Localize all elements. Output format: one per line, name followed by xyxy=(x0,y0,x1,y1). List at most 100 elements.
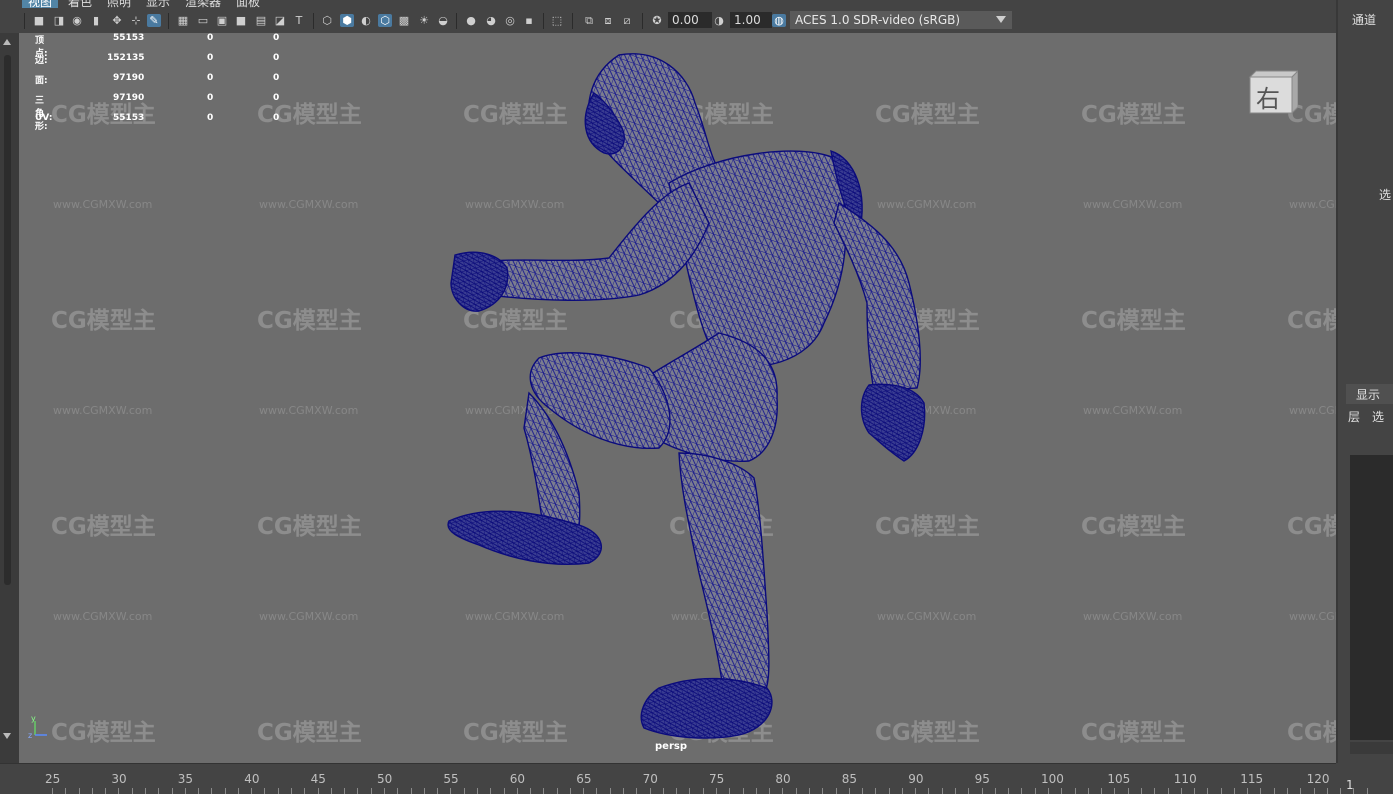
timeline-tick-mark xyxy=(596,788,598,794)
timeline-tick-mark xyxy=(609,788,611,794)
horizontal-scrollbar[interactable] xyxy=(1350,742,1393,754)
anti-aliasing-icon[interactable]: ◎ xyxy=(503,14,517,27)
timeline-tick-label: 100 xyxy=(1041,772,1064,786)
safe-title-icon[interactable]: T xyxy=(292,14,306,27)
color-management-dropdown[interactable]: ACES 1.0 SDR-video (sRGB) xyxy=(790,11,1012,29)
timeline-tick-mark xyxy=(264,788,266,794)
timeline-tick-mark xyxy=(702,788,704,794)
options-menu[interactable]: 选 xyxy=(1372,408,1384,425)
image-plane-icon[interactable]: ▮ xyxy=(89,14,103,27)
timeline-tick-mark xyxy=(1008,788,1010,794)
timeline-tick-mark xyxy=(1114,788,1116,794)
gamma-icon[interactable]: ◑ xyxy=(712,14,726,27)
menu-shading[interactable]: 着色 xyxy=(68,0,92,8)
resolution-gate-icon[interactable]: ▣ xyxy=(215,14,229,27)
2d-zoom-icon[interactable]: ⊹ xyxy=(129,14,143,27)
timeline-tick-label: 80 xyxy=(775,772,791,786)
exposure-field[interactable]: 0.00 xyxy=(668,12,712,28)
menu-panels[interactable]: 面板 xyxy=(236,0,260,8)
timeline-tick-mark xyxy=(981,788,983,794)
timeline-tick-mark xyxy=(211,788,213,794)
display-tab[interactable]: 显示 xyxy=(1356,386,1380,403)
timeline-tick-mark xyxy=(994,788,996,794)
camera-icon[interactable]: ■ xyxy=(32,14,46,27)
timeline-tick-mark xyxy=(317,788,319,794)
layer-list[interactable] xyxy=(1350,455,1393,740)
timeline-tick-mark xyxy=(716,788,717,794)
timeline-tick-mark xyxy=(1101,788,1103,794)
timeline-tick-mark xyxy=(875,788,877,794)
left-hand-mesh xyxy=(450,251,509,312)
hud-value: 97190 xyxy=(113,93,145,103)
timeline-tick-mark xyxy=(689,788,691,794)
timeline-tick-mark xyxy=(423,788,425,794)
vertical-scrollbar[interactable] xyxy=(4,55,11,585)
smooth-shade-icon[interactable]: ⬢ xyxy=(340,14,354,27)
timeline-tick-mark xyxy=(357,788,359,794)
film-gate-icon[interactable]: ▭ xyxy=(196,14,210,27)
timeline-tick-mark xyxy=(901,788,903,794)
bookmark-icon[interactable]: ◉ xyxy=(70,14,84,27)
timeline-tick-label: 120 xyxy=(1306,772,1330,786)
default-material-icon[interactable]: ◐ xyxy=(359,14,373,27)
right-foot-mesh xyxy=(640,677,773,739)
timeline-tick-mark xyxy=(662,788,664,794)
timeline-tick-mark xyxy=(569,788,571,794)
camera-attributes-icon[interactable]: ◨ xyxy=(52,14,66,27)
menu-lighting[interactable]: 照明 xyxy=(107,0,131,8)
shadows-icon[interactable]: ◒ xyxy=(436,14,450,27)
camera-name-label: persp xyxy=(655,741,687,752)
timeline-tick-mark xyxy=(636,788,638,794)
timeline-tick-mark xyxy=(1233,788,1235,794)
hud-value: 97190 xyxy=(113,73,145,83)
timeline-tick-mark xyxy=(795,788,797,794)
timeline-tick-mark xyxy=(251,788,253,794)
grease-pencil-icon[interactable]: ✎ xyxy=(147,14,161,27)
timeline-tick-mark xyxy=(955,788,957,794)
menu-renderer[interactable]: 渲染器 xyxy=(185,0,221,8)
motion-blur-icon[interactable]: ◕ xyxy=(484,14,498,27)
channels-tab[interactable]: 通道 xyxy=(1352,11,1376,28)
timeline-tick-mark xyxy=(105,788,107,794)
hud-value: 0 xyxy=(207,113,214,123)
textured-icon[interactable]: ▩ xyxy=(397,14,411,27)
color-management-icon[interactable]: ◍ xyxy=(772,14,786,27)
xray-components-icon[interactable]: ⧄ xyxy=(620,14,634,27)
wireframe-icon[interactable]: ⬡ xyxy=(320,14,334,27)
chevron-down-icon xyxy=(996,16,1006,23)
scroll-down-icon[interactable] xyxy=(3,733,11,739)
3d-viewport[interactable]: CG模型主 CG模型主 CG模型主 CG模型主 www.CGMXW.com www.CGM… xyxy=(19,33,1336,763)
safe-action-icon[interactable]: ◪ xyxy=(273,14,287,27)
xray-icon[interactable]: ⧉ xyxy=(582,14,596,27)
2d-pan-icon[interactable]: ✥ xyxy=(110,14,124,27)
menu-view[interactable]: 视图 xyxy=(22,0,59,8)
field-chart-icon[interactable]: ▤ xyxy=(254,14,268,27)
timeline-tick-mark xyxy=(1074,788,1076,794)
view-cube[interactable]: 右 xyxy=(1248,69,1300,115)
select-label: 选 xyxy=(1379,188,1392,202)
exposure-icon[interactable]: ✪ xyxy=(650,14,664,27)
depth-of-field-icon[interactable]: ▪ xyxy=(522,14,536,27)
screen-space-ao-icon[interactable]: ● xyxy=(464,14,478,27)
wireframe-on-shaded-icon[interactable]: ⬡ xyxy=(378,14,392,27)
timeline-tick-mark xyxy=(862,788,864,794)
axis-label-z: z xyxy=(28,731,32,740)
timeline-tick-label: 30 xyxy=(111,772,127,786)
time-slider[interactable]: 25 30 35 40 45 50 55 60 65 70 75 80 85 90 95 100 105 110 1… xyxy=(0,763,1368,794)
gate-mask-icon[interactable]: ■ xyxy=(234,14,248,27)
menu-show[interactable]: 显示 xyxy=(146,0,170,8)
wireframe-character[interactable] xyxy=(19,33,1336,763)
grid-icon[interactable]: ▦ xyxy=(176,14,190,27)
viewport-menu-bar: 视图 着色 照明 显示 渲染器 面板 xyxy=(0,0,1336,8)
right-shin-mesh xyxy=(678,452,770,696)
timeline-tick-mark xyxy=(623,788,625,794)
hud-label: 边: xyxy=(35,56,48,66)
gamma-field[interactable]: 1.00 xyxy=(730,12,772,28)
xray-joints-icon[interactable]: ⧈ xyxy=(601,14,615,27)
timeline-tick-label: 50 xyxy=(377,772,393,786)
use-lights-icon[interactable]: ☀ xyxy=(417,14,431,27)
scroll-up-icon[interactable] xyxy=(3,39,11,45)
isolate-select-icon[interactable]: ⬚ xyxy=(550,14,564,27)
layers-menu[interactable]: 层 xyxy=(1348,408,1360,425)
timeline-tick-mark xyxy=(397,788,399,794)
